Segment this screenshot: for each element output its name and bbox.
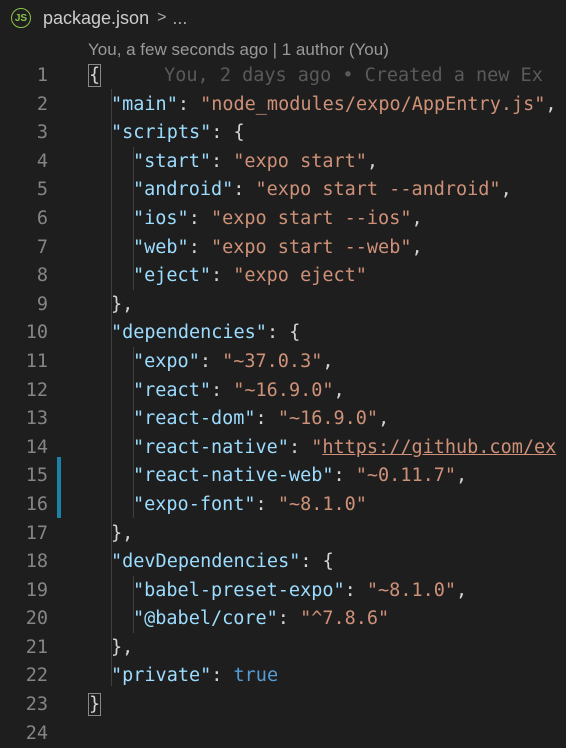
code-line: 2 "main": "node_modules/expo/AppEntry.js"… [0, 91, 566, 120]
line-number: 24 [25, 722, 48, 744]
line-number: 19 [25, 579, 48, 601]
codelens-blame[interactable]: You, a few seconds ago | 1 author (You) [88, 38, 389, 62]
code-line: 17}, [0, 520, 566, 549]
code-line: 6 "ios": "expo start --ios", [0, 205, 566, 234]
code-line: 20 "@babel/core": "^7.8.6" [0, 605, 566, 634]
line-number: 21 [25, 636, 48, 658]
code-line: 22 "private": true [0, 662, 566, 691]
line-number: 10 [25, 322, 48, 344]
code-editor[interactable]: 1{You, 2 days ago • Created a new Ex 2 "m… [0, 62, 566, 748]
code-line: 7 "web": "expo start --web", [0, 234, 566, 263]
code-line: 11 "expo": "~37.0.3", [0, 348, 566, 377]
line-number: 23 [25, 694, 48, 716]
line-number: 14 [25, 436, 48, 458]
code-line: 5 "android": "expo start --android", [0, 176, 566, 205]
line-number: 8 [36, 265, 48, 287]
code-line: 12 "react": "~16.9.0", [0, 377, 566, 406]
breadcrumb-file[interactable]: package.json [43, 8, 149, 29]
code-line: 4 "start": "expo start", [0, 148, 566, 177]
line-number: 18 [25, 551, 48, 573]
line-number: 22 [25, 665, 48, 687]
code-line: 24 [0, 720, 566, 748]
code-line: 10 "dependencies": { [0, 319, 566, 348]
code-line: 3 "scripts": { [0, 119, 566, 148]
line-number: 15 [25, 465, 48, 487]
js-file-icon: JS [11, 8, 31, 28]
chevron-right-icon: > [157, 9, 167, 26]
breadcrumb: JS package.json > ... [0, 0, 566, 36]
line-number: 17 [25, 522, 48, 544]
code-line: 14 "react-native": "https://github.com/ex [0, 434, 566, 463]
line-number: 13 [25, 408, 48, 430]
line-number: 6 [36, 207, 48, 229]
code-line: 13 "react-dom": "~16.9.0", [0, 405, 566, 434]
code-line: 18 "devDependencies": { [0, 548, 566, 577]
line-number: 4 [36, 150, 48, 172]
line-number: 11 [25, 350, 48, 372]
inline-blame: You, 2 days ago • Created a new Ex [164, 65, 543, 86]
code-line: 19 "babel-preset-expo": "~8.1.0", [0, 577, 566, 606]
code-line: 9}, [0, 291, 566, 320]
line-number: 20 [25, 608, 48, 630]
github-link[interactable]: https://github.com/ex [322, 437, 556, 458]
code-line: 1{You, 2 days ago • Created a new Ex [0, 62, 566, 91]
line-number: 9 [36, 293, 48, 315]
code-line: 23} [0, 691, 566, 720]
line-number: 12 [25, 379, 48, 401]
line-number: 16 [25, 493, 48, 515]
code-line: 21}, [0, 634, 566, 663]
line-number: 5 [36, 179, 48, 201]
code-line: 8 "eject": "expo eject" [0, 262, 566, 291]
code-line: 16 "expo-font": "~8.1.0" [0, 491, 566, 520]
line-number: 7 [36, 236, 48, 258]
line-number: 2 [36, 93, 48, 115]
line-number: 1 [36, 65, 48, 86]
breadcrumb-ellipsis[interactable]: ... [172, 8, 187, 29]
line-number: 3 [36, 122, 48, 144]
code-line: 15 "react-native-web": "~0.11.7", [0, 462, 566, 491]
